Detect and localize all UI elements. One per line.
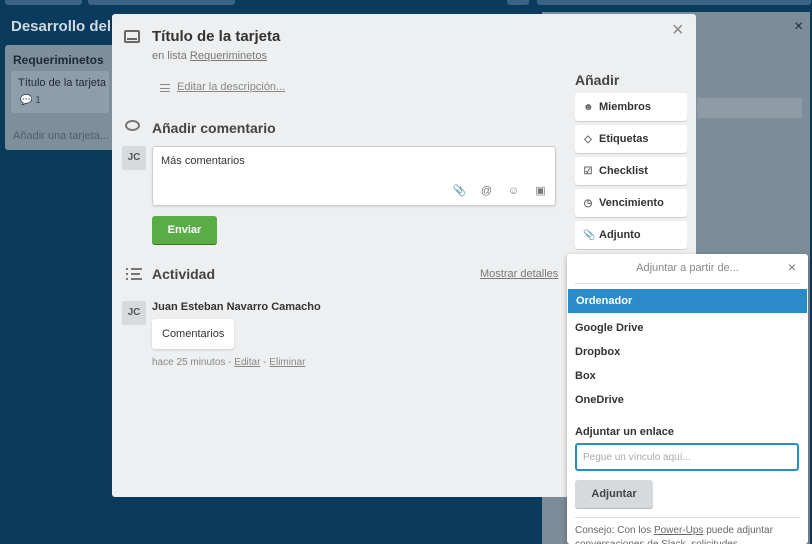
activity-icon <box>126 267 142 280</box>
comment-count: 1 <box>35 95 41 106</box>
board-list: Requeriminetos Título de la tarjeta 💬 1 … <box>5 45 115 150</box>
labels-button[interactable]: ◇ Etiquetas <box>575 125 687 153</box>
list-link[interactable]: Requeriminetos <box>190 50 267 62</box>
members-label: Miembros <box>599 101 651 113</box>
paperclip-icon: 📎 <box>583 229 596 241</box>
list-title[interactable]: Requeriminetos <box>13 53 104 67</box>
in-list-prefix: en lista <box>152 50 187 62</box>
send-button[interactable]: Enviar <box>152 216 217 244</box>
source-dropbox[interactable]: Dropbox <box>567 340 808 364</box>
board-title[interactable]: Desarrollo del <box>11 18 111 35</box>
comment-tools: 📎 @ ☺ ▣ <box>453 184 547 198</box>
card-list-info: en lista Requeriminetos <box>152 50 267 62</box>
list-card[interactable]: Título de la tarjeta 💬 1 <box>11 71 109 113</box>
link-input[interactable] <box>575 443 799 471</box>
sidebar-title: Añadir <box>575 72 620 88</box>
avatar[interactable]: JC <box>122 301 146 325</box>
comment-icon <box>125 120 140 131</box>
comment-input[interactable]: Más comentarios 📎 @ ☺ ▣ <box>152 146 556 206</box>
power-ups-link[interactable]: Power-Ups <box>654 525 703 536</box>
delete-comment-link[interactable]: Eliminar <box>269 357 305 368</box>
activity-title: Actividad <box>152 266 216 282</box>
activity-meta: hace 25 minutos - Editar - Eliminar <box>152 357 306 368</box>
clock-icon: ◷ <box>583 197 593 209</box>
due-date-button[interactable]: ◷ Vencimiento <box>575 189 687 217</box>
divider <box>575 517 800 518</box>
source-onedrive[interactable]: OneDrive <box>567 388 808 412</box>
attachment-label: Adjunto <box>599 229 641 241</box>
add-comment-title: Añadir comentario <box>152 120 276 136</box>
card-icon[interactable]: ▣ <box>534 184 547 197</box>
show-details-link[interactable]: Mostrar detalles <box>480 268 558 280</box>
attachment-button[interactable]: 📎 Adjunto <box>575 221 687 249</box>
card-icon <box>124 30 140 43</box>
person-icon: ☻ <box>583 101 594 113</box>
comment-icon: 💬 <box>20 95 33 106</box>
list-card-title: Título de la tarjeta <box>18 77 107 89</box>
attach-button[interactable]: Adjuntar <box>575 480 653 508</box>
edit-comment-link[interactable]: Editar <box>234 357 260 368</box>
due-date-label: Vencimiento <box>599 197 664 209</box>
tip-prefix: Consejo: Con los <box>575 525 652 536</box>
paperclip-icon[interactable]: 📎 <box>453 184 467 197</box>
panel-bar <box>697 98 802 118</box>
divider <box>575 283 800 284</box>
attach-popover: Adjuntar a partir de... × Ordenador Goog… <box>567 254 808 544</box>
power-ups-tip: Consejo: Con los Power-Ups puede adjunta… <box>575 524 801 544</box>
checklist-label: Checklist <box>599 165 648 177</box>
emoji-icon[interactable]: ☺ <box>507 184 520 197</box>
labels-label: Etiquetas <box>599 133 649 145</box>
card-title[interactable]: Título de la tarjeta <box>152 28 280 45</box>
close-icon[interactable]: × <box>794 18 803 36</box>
attach-link-label: Adjuntar un enlace <box>575 426 675 438</box>
members-button[interactable]: ☻ Miembros <box>575 93 687 121</box>
source-box[interactable]: Box <box>567 364 808 388</box>
close-icon[interactable]: × <box>672 20 684 40</box>
comment-text[interactable]: Más comentarios <box>161 155 245 167</box>
checklist-button[interactable]: ☑ Checklist <box>575 157 687 185</box>
description-icon <box>160 84 170 92</box>
comment-badge: 💬 1 <box>20 95 41 106</box>
add-card-link[interactable]: Añadir una tarjeta... <box>13 130 109 142</box>
tag-icon: ◇ <box>584 133 592 145</box>
activity-user[interactable]: Juan Esteban Navarro Camacho <box>152 301 321 313</box>
mention-icon[interactable]: @ <box>480 184 493 197</box>
activity-comment: Comentarios <box>152 319 235 349</box>
popover-title: Adjuntar a partir de... <box>636 262 739 274</box>
edit-description-link[interactable]: Editar la descripción... <box>177 81 285 93</box>
source-google-drive[interactable]: Google Drive <box>567 316 808 340</box>
source-computer[interactable]: Ordenador <box>568 289 807 313</box>
activity-time: hace 25 minutos <box>152 357 226 368</box>
checkbox-icon: ☑ <box>583 165 593 177</box>
close-icon[interactable]: × <box>788 259 796 275</box>
avatar[interactable]: JC <box>122 146 146 170</box>
